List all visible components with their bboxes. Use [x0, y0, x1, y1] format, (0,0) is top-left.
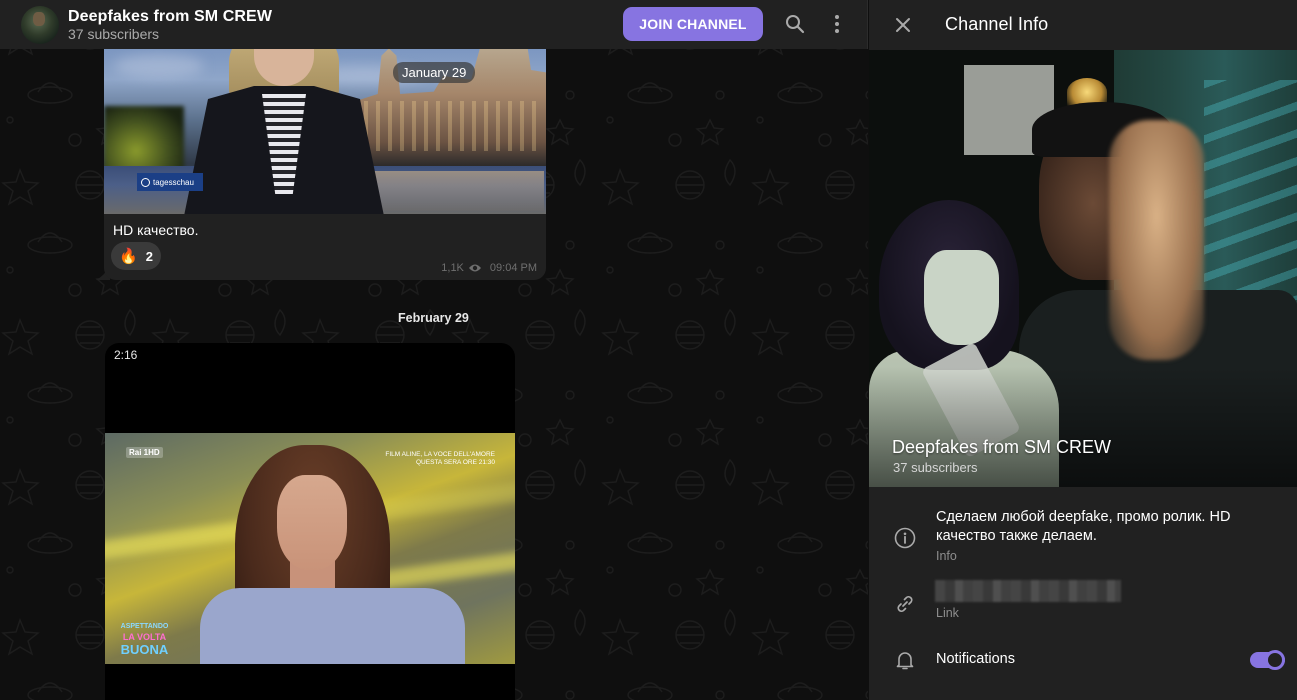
channel-avatar[interactable]	[21, 5, 59, 44]
link-row[interactable]: Link	[869, 580, 1297, 624]
info-description-row[interactable]: Сделаем любой deepfake, промо ролик. HD …	[869, 500, 1297, 568]
panel-header: Channel Info	[869, 0, 1297, 49]
fire-emoji-icon: 🔥	[119, 247, 138, 265]
channel-info-panel: Channel Info Deepfakes from SM CREW 37 s…	[868, 0, 1297, 700]
channel-description: Сделаем любой deepfake, промо ролик. HD …	[936, 509, 1231, 544]
message-bubble[interactable]: tagesschau HD качество. 🔥 2 1,1K 09:04 P…	[104, 46, 546, 280]
link-label: Link	[936, 606, 959, 620]
video-duration: 2:16	[114, 348, 138, 362]
view-count: 1,1K	[441, 262, 464, 274]
telegram-web-app: Deepfakes from SM CREW 37 subscribers JO…	[0, 0, 1297, 700]
close-icon	[896, 17, 910, 32]
profile-subscriber-count: 37 subscribers	[893, 460, 978, 475]
more-vertical-icon	[835, 15, 839, 33]
news-presenter	[184, 46, 384, 214]
link-icon	[893, 592, 917, 616]
message-meta: 1,1K 09:04 PM	[441, 262, 537, 274]
info-icon	[893, 526, 917, 550]
notifications-row[interactable]: Notifications	[869, 640, 1297, 680]
reaction-count: 2	[145, 248, 153, 264]
broadcast-ticker: FILM ALINE, LA VOCE DELL'AMORE QUESTA SE…	[385, 451, 495, 466]
search-button[interactable]	[783, 12, 807, 36]
chat-header: Deepfakes from SM CREW 37 subscribers JO…	[0, 0, 868, 49]
broadcaster-logo: tagesschau	[137, 173, 203, 191]
toggle-knob	[1265, 650, 1285, 670]
video-frame[interactable]: Rai 1HD FILM ALINE, LA VOCE DELL'AMORE Q…	[105, 433, 515, 664]
channel-link-redacted[interactable]	[935, 580, 1121, 602]
channel-header-info[interactable]: Deepfakes from SM CREW 37 subscribers	[68, 7, 272, 43]
video-message[interactable]: 2:16 Rai 1HD FILM ALINE, LA VOCE DELL'AM…	[105, 343, 515, 700]
channel-subscriber-count: 37 subscribers	[68, 25, 160, 42]
search-icon	[786, 15, 805, 34]
reaction-button[interactable]: 🔥 2	[111, 242, 161, 270]
close-panel-button[interactable]	[891, 13, 915, 37]
join-channel-button[interactable]: JOIN CHANNEL	[623, 7, 763, 41]
channel-profile-photo[interactable]	[869, 50, 1297, 487]
panel-title: Channel Info	[945, 14, 1049, 34]
eye-icon	[468, 264, 481, 272]
floating-date-badge: January 29	[393, 62, 476, 83]
message-caption: HD качество.	[113, 222, 199, 238]
chat-area: Deepfakes from SM CREW 37 subscribers JO…	[0, 0, 868, 700]
rai-channel-logo: Rai 1HD	[126, 447, 163, 458]
notifications-toggle[interactable]	[1250, 650, 1285, 670]
notifications-label: Notifications	[936, 651, 1015, 667]
date-separator: February 29	[398, 311, 469, 325]
profile-channel-name: Deepfakes from SM CREW	[892, 437, 1112, 457]
message-time: 09:04 PM	[489, 262, 537, 274]
show-logo: ASPETTANDO LA VOLTA BUONA	[120, 623, 169, 657]
bell-icon	[893, 648, 917, 672]
channel-title: Deepfakes from SM CREW	[68, 7, 273, 25]
more-options-button[interactable]	[825, 12, 849, 36]
video-thumbnail[interactable]: tagesschau	[104, 46, 546, 214]
info-label: Info	[936, 549, 957, 563]
